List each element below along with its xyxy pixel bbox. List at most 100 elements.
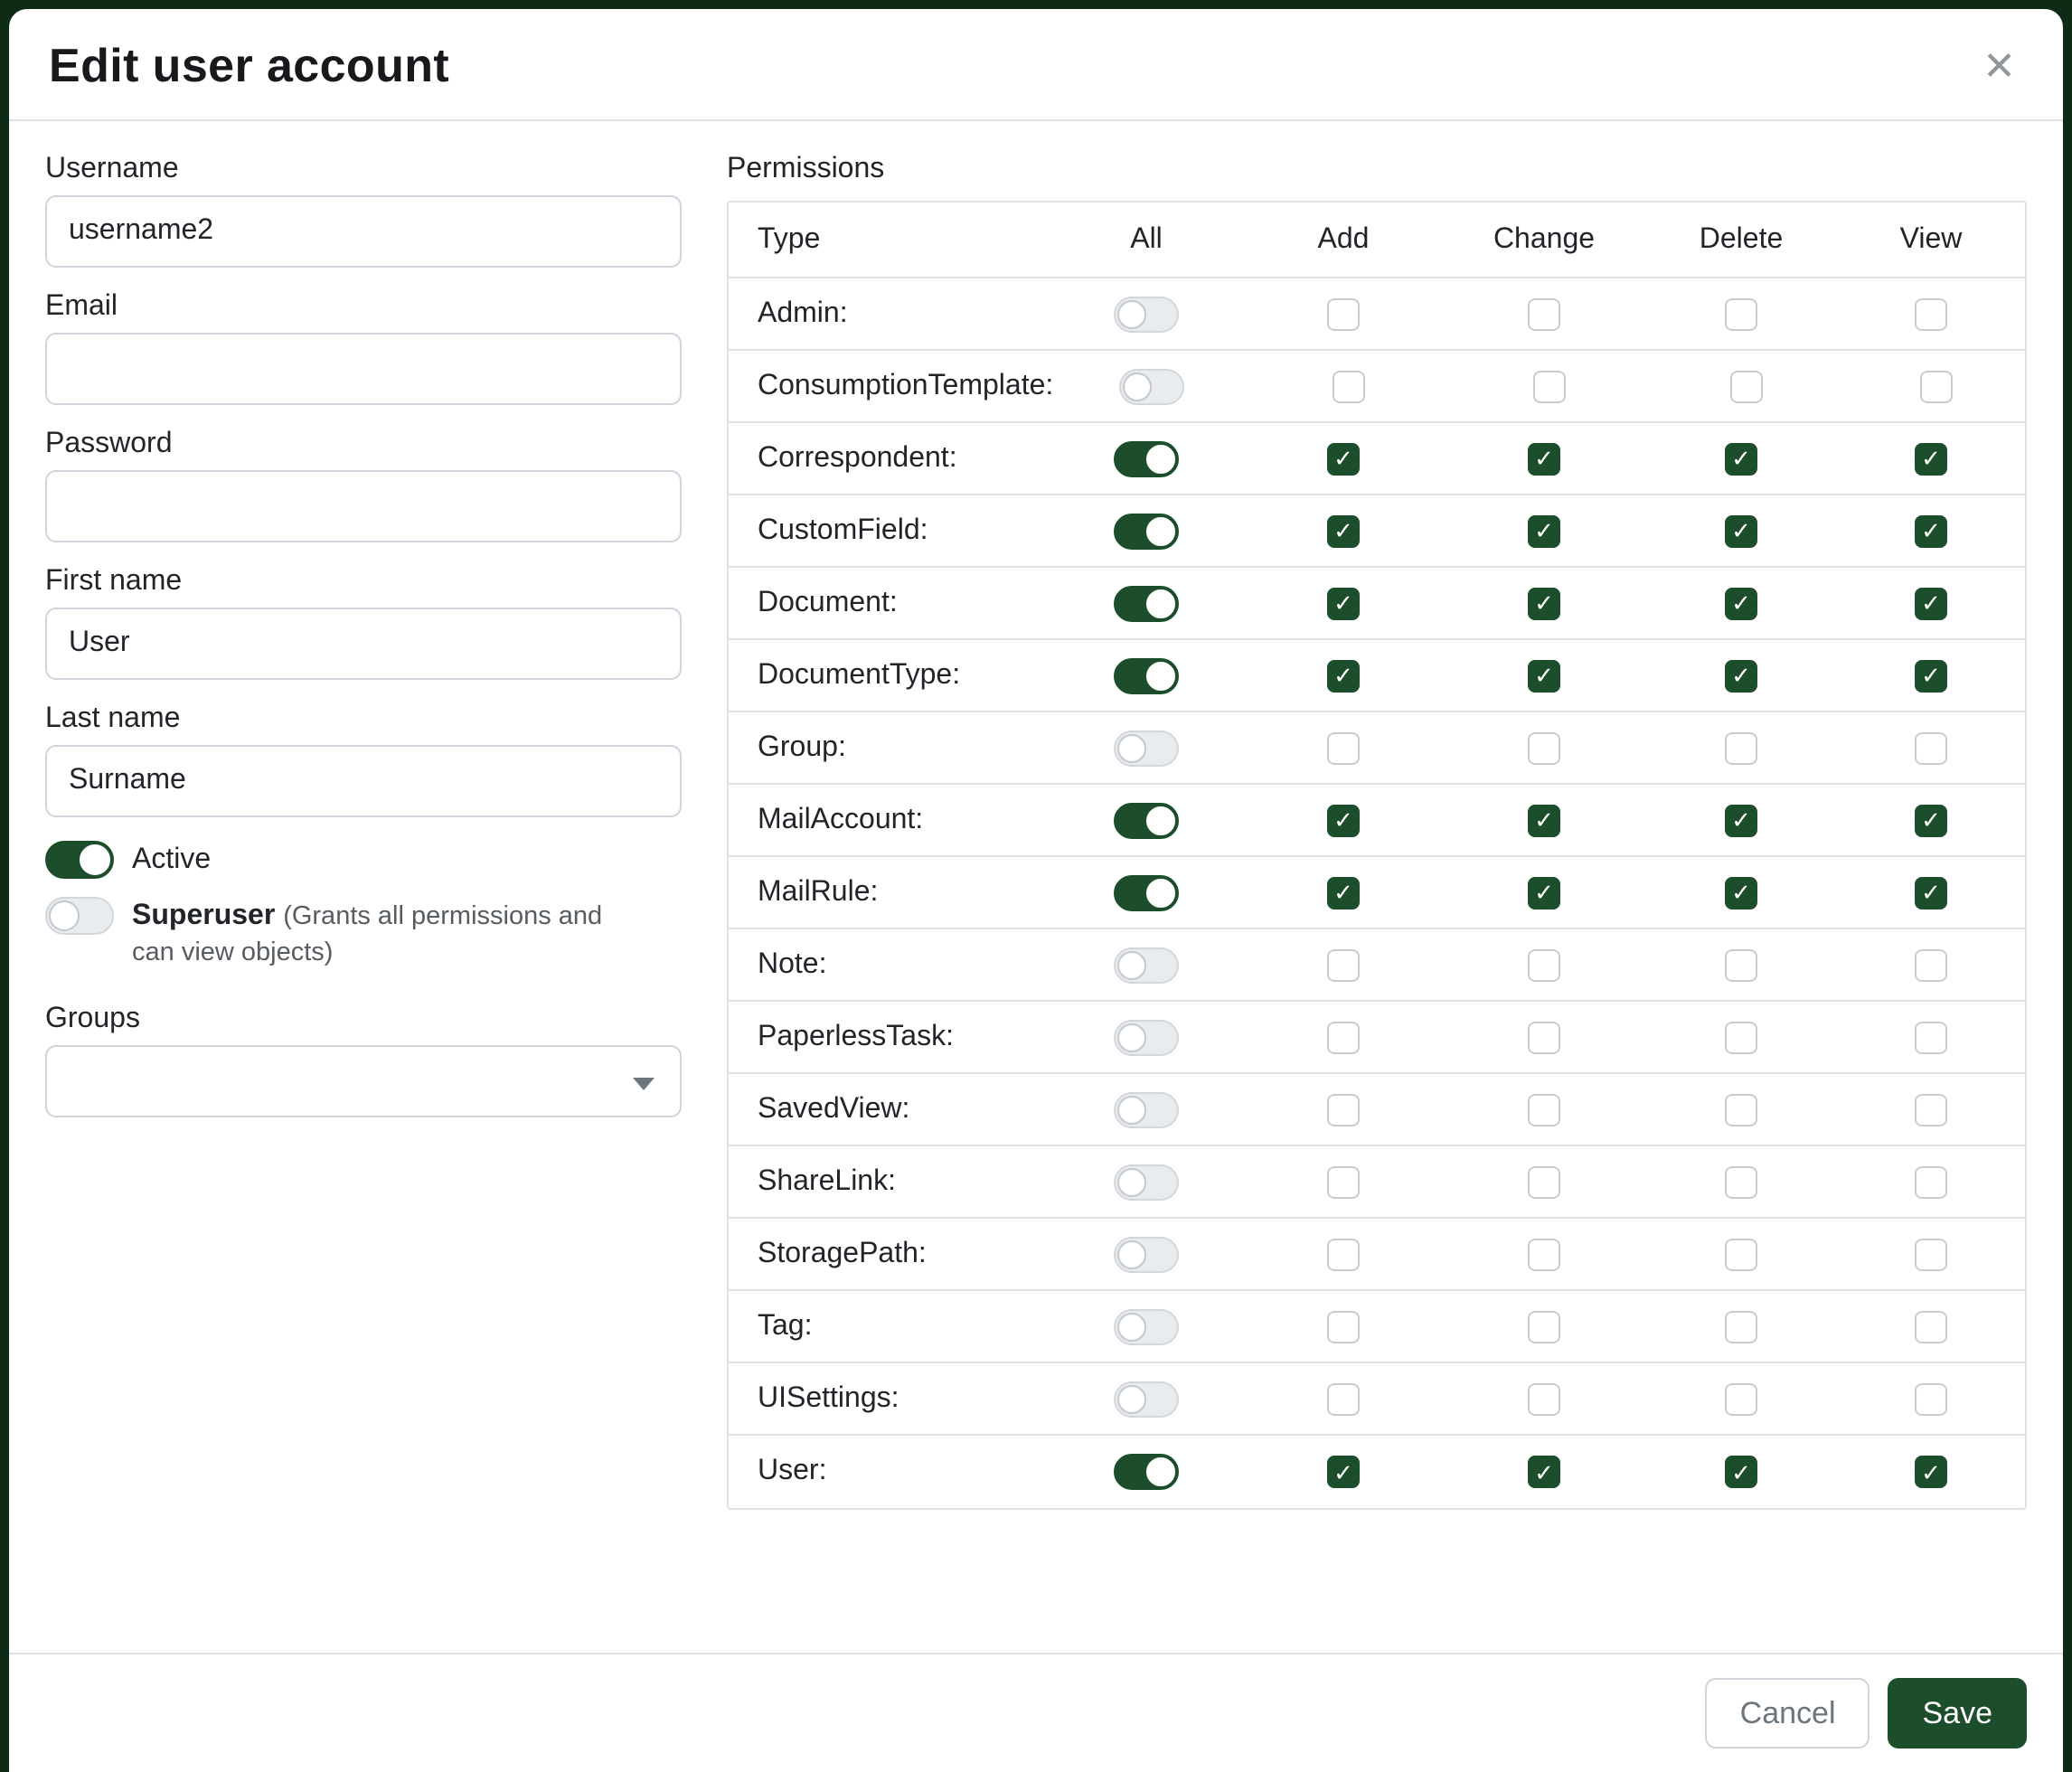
- permission-all-toggle[interactable]: [1114, 1091, 1179, 1127]
- permission-all-toggle[interactable]: [1114, 657, 1179, 693]
- permission-add-checkbox[interactable]: [1327, 731, 1360, 764]
- permission-all-toggle[interactable]: [1118, 368, 1183, 404]
- permission-change-checkbox[interactable]: ✓: [1528, 442, 1560, 475]
- permission-all-toggle[interactable]: [1114, 1308, 1179, 1344]
- permission-all-toggle[interactable]: [1114, 1381, 1179, 1417]
- password-input[interactable]: [45, 470, 682, 542]
- permission-view-checkbox[interactable]: [1915, 1382, 1947, 1415]
- permission-delete-checkbox[interactable]: ✓: [1725, 804, 1757, 836]
- permission-change-checkbox[interactable]: ✓: [1528, 804, 1560, 836]
- permission-view-checkbox[interactable]: [1915, 731, 1947, 764]
- permission-view-checkbox[interactable]: [1915, 1165, 1947, 1198]
- groups-select[interactable]: [45, 1045, 682, 1117]
- permission-view-checkbox[interactable]: [1915, 1093, 1947, 1126]
- permission-change-checkbox[interactable]: [1528, 1310, 1560, 1343]
- permission-delete-checkbox[interactable]: [1729, 370, 1762, 402]
- permission-view-checkbox[interactable]: [1915, 1021, 1947, 1053]
- permission-add-checkbox[interactable]: ✓: [1327, 442, 1360, 475]
- permission-add-checkbox[interactable]: ✓: [1327, 659, 1360, 692]
- permission-add-checkbox[interactable]: [1327, 297, 1360, 330]
- permission-all-toggle[interactable]: [1114, 1236, 1179, 1272]
- permission-change-checkbox[interactable]: [1528, 948, 1560, 981]
- superuser-toggle[interactable]: [45, 897, 114, 935]
- permission-view-checkbox[interactable]: ✓: [1915, 876, 1947, 909]
- permission-change-checkbox[interactable]: [1528, 1238, 1560, 1270]
- permission-all-toggle[interactable]: [1114, 1019, 1179, 1055]
- permission-change-checkbox[interactable]: [1532, 370, 1565, 402]
- permission-change-checkbox[interactable]: [1528, 1093, 1560, 1126]
- permission-delete-checkbox[interactable]: ✓: [1725, 587, 1757, 619]
- permission-view-checkbox[interactable]: [1915, 1310, 1947, 1343]
- permission-all-cell: [1049, 1381, 1244, 1417]
- permission-all-toggle[interactable]: [1114, 1164, 1179, 1200]
- permission-delete-checkbox[interactable]: [1725, 1165, 1757, 1198]
- permission-delete-checkbox[interactable]: ✓: [1725, 1456, 1757, 1488]
- permission-all-toggle[interactable]: [1114, 730, 1179, 766]
- close-icon[interactable]: ✕: [1975, 42, 2023, 90]
- permission-all-toggle[interactable]: [1114, 802, 1179, 838]
- permission-all-toggle[interactable]: [1114, 947, 1179, 983]
- permission-delete-checkbox[interactable]: [1725, 1093, 1757, 1126]
- permission-add-checkbox[interactable]: ✓: [1327, 876, 1360, 909]
- permission-add-checkbox[interactable]: ✓: [1327, 514, 1360, 547]
- permission-delete-checkbox[interactable]: [1725, 731, 1757, 764]
- permission-view-checkbox[interactable]: ✓: [1915, 514, 1947, 547]
- permission-view-checkbox[interactable]: [1919, 370, 1952, 402]
- permission-add-checkbox[interactable]: [1327, 1238, 1360, 1270]
- email-input[interactable]: [45, 333, 682, 405]
- permission-change-checkbox[interactable]: ✓: [1528, 1456, 1560, 1488]
- first-name-input[interactable]: [45, 608, 682, 680]
- permission-change-checkbox[interactable]: [1528, 1165, 1560, 1198]
- permission-add-checkbox[interactable]: ✓: [1327, 587, 1360, 619]
- permission-view-checkbox[interactable]: [1915, 1238, 1947, 1270]
- permission-add-checkbox[interactable]: ✓: [1327, 1456, 1360, 1488]
- last-name-field-group: Last name: [45, 703, 682, 817]
- permission-delete-checkbox[interactable]: ✓: [1725, 514, 1757, 547]
- permission-view-checkbox[interactable]: ✓: [1915, 804, 1947, 836]
- permission-delete-checkbox[interactable]: ✓: [1725, 659, 1757, 692]
- permission-view-checkbox[interactable]: [1915, 297, 1947, 330]
- permission-add-checkbox[interactable]: [1332, 370, 1364, 402]
- permission-row: Document:✓✓✓✓: [729, 568, 2025, 640]
- permission-delete-checkbox[interactable]: [1725, 1382, 1757, 1415]
- save-button[interactable]: Save: [1888, 1678, 2028, 1749]
- permission-delete-checkbox[interactable]: [1725, 948, 1757, 981]
- cancel-button[interactable]: Cancel: [1706, 1678, 1870, 1749]
- permission-view-checkbox[interactable]: ✓: [1915, 659, 1947, 692]
- permission-change-checkbox[interactable]: ✓: [1528, 587, 1560, 619]
- permission-change-checkbox[interactable]: [1528, 297, 1560, 330]
- permission-add-checkbox[interactable]: [1327, 1310, 1360, 1343]
- permission-delete-checkbox[interactable]: ✓: [1725, 442, 1757, 475]
- permission-view-checkbox[interactable]: [1915, 948, 1947, 981]
- permission-delete-checkbox[interactable]: [1725, 1021, 1757, 1053]
- last-name-input[interactable]: [45, 745, 682, 817]
- permission-all-toggle[interactable]: [1114, 513, 1179, 549]
- permission-change-checkbox[interactable]: [1528, 1021, 1560, 1053]
- permission-add-checkbox[interactable]: ✓: [1327, 804, 1360, 836]
- permission-delete-checkbox[interactable]: [1725, 297, 1757, 330]
- permission-change-checkbox[interactable]: [1528, 1382, 1560, 1415]
- permission-delete-checkbox[interactable]: ✓: [1725, 876, 1757, 909]
- permission-add-checkbox[interactable]: [1327, 1382, 1360, 1415]
- permission-change-checkbox[interactable]: ✓: [1528, 659, 1560, 692]
- permission-change-checkbox[interactable]: ✓: [1528, 514, 1560, 547]
- permission-view-cell: ✓: [1837, 659, 2025, 692]
- permission-delete-checkbox[interactable]: [1725, 1238, 1757, 1270]
- active-toggle[interactable]: [45, 841, 114, 879]
- permission-all-toggle[interactable]: [1114, 1454, 1179, 1490]
- permission-all-toggle[interactable]: [1114, 296, 1179, 332]
- permission-change-checkbox[interactable]: [1528, 731, 1560, 764]
- permission-all-toggle[interactable]: [1114, 440, 1179, 476]
- permission-delete-checkbox[interactable]: [1725, 1310, 1757, 1343]
- permission-add-checkbox[interactable]: [1327, 1021, 1360, 1053]
- permission-view-checkbox[interactable]: ✓: [1915, 1456, 1947, 1488]
- permission-change-checkbox[interactable]: ✓: [1528, 876, 1560, 909]
- permission-all-toggle[interactable]: [1114, 874, 1179, 910]
- permission-view-checkbox[interactable]: ✓: [1915, 587, 1947, 619]
- permission-view-checkbox[interactable]: ✓: [1915, 442, 1947, 475]
- permission-add-checkbox[interactable]: [1327, 1165, 1360, 1198]
- permission-add-checkbox[interactable]: [1327, 948, 1360, 981]
- username-input[interactable]: [45, 195, 682, 268]
- permission-add-checkbox[interactable]: [1327, 1093, 1360, 1126]
- permission-all-toggle[interactable]: [1114, 585, 1179, 621]
